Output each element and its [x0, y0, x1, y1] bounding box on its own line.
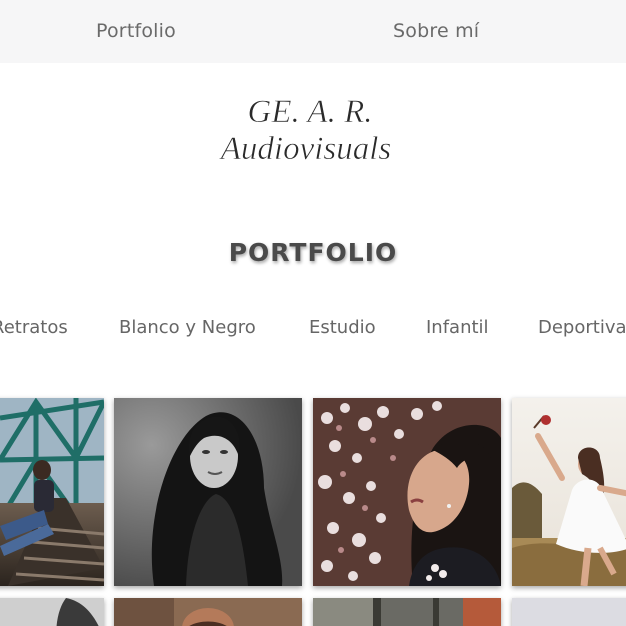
filter-infantil[interactable]: Infantil: [426, 317, 489, 338]
photo-row2-1: [0, 598, 104, 626]
nav-link-portfolio[interactable]: Portfolio: [96, 20, 176, 42]
gallery-photo-row2-3[interactable]: [313, 598, 501, 626]
gallery-photo-dancer-rose[interactable]: [512, 398, 626, 586]
category-filters: Retratos Blanco y Negro Estudio Infantil…: [0, 317, 626, 343]
nav-link-sobre-mi[interactable]: Sobre mí: [393, 20, 479, 42]
filter-estudio[interactable]: Estudio: [309, 317, 376, 338]
photo-bw-portrait: [114, 398, 302, 586]
logo-line-1: GE. A. R.: [248, 94, 373, 130]
site-logo[interactable]: GE. A. R. Audiovisuals: [214, 88, 404, 170]
photo-almond-blossom: [313, 398, 501, 586]
photo-row2-4: [512, 598, 626, 626]
logo-script: GE. A. R. Audiovisuals: [218, 94, 392, 168]
gallery-photo-row2-1[interactable]: [0, 598, 104, 626]
photo-row2-2: [114, 598, 302, 626]
filter-retratos[interactable]: Retratos: [0, 317, 68, 338]
page: Portfolio Sobre mí GE. A. R. Audiovisual…: [0, 0, 626, 626]
photo-dancer-rose: [512, 398, 626, 586]
portfolio-heading: PORTFOLIO: [228, 238, 398, 267]
gallery-photo-row2-2[interactable]: [114, 598, 302, 626]
filter-blanco-y-negro[interactable]: Blanco y Negro: [119, 317, 256, 338]
gallery-photo-bw-portrait[interactable]: [114, 398, 302, 586]
top-navigation: Portfolio Sobre mí: [0, 0, 626, 63]
logo-line-2: Audiovisuals: [219, 131, 392, 167]
photo-railway-bridge: [0, 398, 104, 586]
filter-deportiva[interactable]: Deportiva: [538, 317, 626, 338]
gallery-photo-almond-blossom[interactable]: [313, 398, 501, 586]
gallery-photo-row2-4[interactable]: [512, 598, 626, 626]
photo-row2-3: [313, 598, 501, 626]
gallery-photo-railway-bridge[interactable]: [0, 398, 104, 586]
